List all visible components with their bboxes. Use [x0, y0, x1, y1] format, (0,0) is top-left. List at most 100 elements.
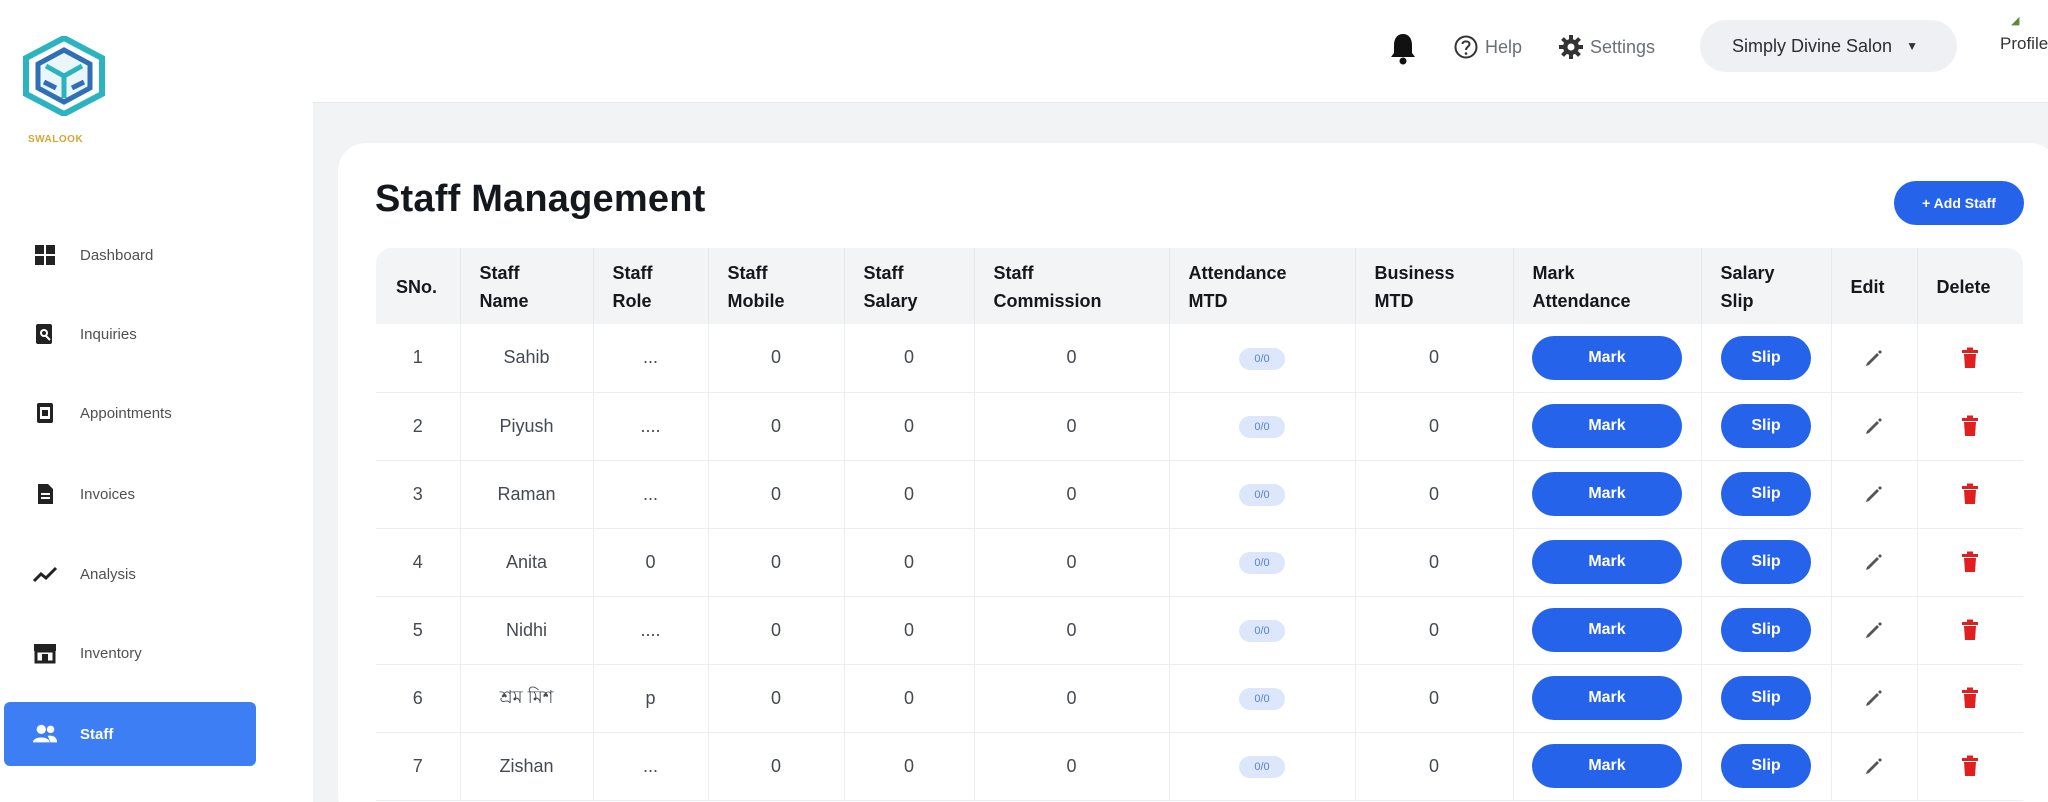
sidebar-item-staff[interactable]: Staff [4, 702, 256, 766]
delete-trash-icon[interactable] [1961, 755, 1979, 777]
column-header-staff-salary: Staff Salary [844, 248, 975, 324]
salary-slip-button[interactable]: Slip [1721, 404, 1811, 448]
edit-pencil-icon[interactable] [1863, 619, 1885, 639]
mark-attendance-button[interactable]: Mark [1532, 744, 1682, 788]
mark-attendance-button[interactable]: Mark [1532, 540, 1682, 584]
salary-slip-button[interactable]: Slip [1721, 744, 1811, 788]
salary-slip-button[interactable]: Slip [1721, 335, 1811, 380]
delete-trash-icon[interactable] [1961, 347, 1979, 368]
sno-cell: 3 [376, 460, 461, 529]
table-row: 3 Raman... 0 0 0 0/0 0 Mark Slip [376, 460, 2023, 529]
staff-role-cell: ... [593, 732, 709, 801]
staff-name-cell: Raman [460, 460, 594, 529]
mark-attendance-button[interactable]: Mark [1532, 472, 1682, 516]
column-header-line: Mark [1532, 263, 1575, 283]
sno-cell: 6 [376, 664, 461, 733]
staff-icon [32, 721, 58, 747]
add-staff-button[interactable]: + Add Staff [1894, 181, 2024, 225]
table-row: 7 Zishan... 0 0 0 0/0 0 Mark Slip [376, 732, 2023, 801]
notification-bell-icon[interactable] [1388, 31, 1418, 65]
staff-role-cell: .... [593, 392, 709, 461]
column-header-line: Slip [1720, 291, 1754, 311]
staff-salary-cell: 0 [844, 392, 975, 461]
staff-role-cell: p [593, 664, 709, 733]
caret-down-icon: ▼ [1906, 39, 1918, 53]
sidebar-item-label: Inquiries [80, 325, 137, 343]
column-header-attendance-mtd: Attendance MTD [1169, 248, 1356, 324]
sidebar-item-dashboard[interactable]: Dashboard [4, 223, 256, 287]
delete-cell [1917, 392, 2023, 461]
analysis-icon [32, 561, 58, 587]
sidebar-item-invoices[interactable]: Invoices [4, 462, 256, 526]
column-header-line: Attendance [1532, 291, 1631, 311]
delete-trash-icon[interactable] [1961, 483, 1979, 505]
sidebar-item-inquiries[interactable]: Inquiries [4, 302, 256, 366]
column-header-salary-slip: Salary Slip [1701, 248, 1832, 324]
mark-attendance-button[interactable]: Mark [1532, 676, 1682, 720]
help-link[interactable]: Help [1453, 30, 1522, 64]
sidebar-item-label: Dashboard [80, 246, 154, 264]
staff-commission-cell: 0 [974, 460, 1170, 529]
column-header-staff-commission: Staff Commission [974, 248, 1170, 324]
column-header-mark-attendance: Mark Attendance [1513, 248, 1702, 324]
gear-icon [1559, 35, 1583, 59]
staff-commission-cell: 0 [974, 732, 1170, 801]
edit-pencil-icon[interactable] [1863, 687, 1885, 707]
edit-pencil-icon[interactable] [1863, 755, 1885, 775]
settings-label: Settings [1590, 36, 1656, 57]
profile-label: Profile [2000, 34, 2048, 53]
business-mtd-cell: 0 [1355, 528, 1514, 597]
staff-mobile-cell: 0 [708, 596, 845, 665]
column-header-line: Mobile [727, 291, 785, 311]
delete-cell [1917, 528, 2023, 597]
column-header-line: Staff [863, 263, 904, 283]
sidebar-item-label: Inventory [80, 644, 142, 662]
mark-attendance-button[interactable]: Mark [1532, 608, 1682, 652]
table-body: 1 Sahib... 0 0 0 0/0 0 Mark Slip 2 Piyush.... 0 0 0 0/… [376, 324, 2023, 801]
salary-slip-button[interactable]: Slip [1721, 540, 1811, 584]
mark-attendance-button[interactable]: Mark [1532, 335, 1682, 380]
column-header-staff-mobile: Staff Mobile [708, 248, 845, 324]
sidebar-item-label: Staff [80, 725, 114, 743]
sno-cell: 5 [376, 596, 461, 665]
edit-pencil-icon[interactable] [1863, 483, 1885, 503]
mark-attendance-button[interactable]: Mark [1532, 404, 1682, 448]
sidebar-item-appointments[interactable]: Appointments [4, 381, 256, 445]
edit-pencil-icon[interactable] [1863, 415, 1885, 435]
column-header-sno: SNo. [376, 248, 461, 324]
attendance-mtd-cell: 0/0 [1169, 392, 1356, 461]
sidebar-item-label: Appointments [80, 404, 172, 422]
column-header-delete: Delete [1917, 248, 2023, 324]
sidebar-item-label: Invoices [80, 485, 136, 503]
salary-slip-button[interactable]: Slip [1721, 676, 1811, 720]
profile-image-icon: ◢ [2011, 15, 2020, 27]
attendance-mtd-cell: 0/0 [1169, 596, 1356, 665]
sno-cell: 4 [376, 528, 461, 597]
attendance-mtd-cell: 0/0 [1169, 732, 1356, 801]
edit-pencil-icon[interactable] [1863, 551, 1885, 571]
top-bar: Help Settings Simply Divine Salon ▼ ◢ Pr… [313, 0, 2048, 103]
staff-mobile-cell: 0 [708, 664, 845, 733]
salary-slip-cell: Slip [1701, 528, 1832, 597]
staff-role-cell: ... [593, 324, 709, 393]
staff-table-container: SNo. Staff Name Staff Role Staff Mobile Staff Sa… [376, 248, 2023, 801]
salary-slip-button[interactable]: Slip [1721, 608, 1811, 652]
table-row: 5 Nidhi.... 0 0 0 0/0 0 Mark Slip [376, 596, 2023, 665]
profile-menu[interactable]: ◢ Profile [1985, 10, 2048, 60]
mark-attendance-cell: Mark [1513, 460, 1702, 529]
settings-link[interactable]: Settings [1558, 30, 1655, 64]
salary-slip-button[interactable]: Slip [1721, 472, 1811, 516]
delete-trash-icon[interactable] [1961, 687, 1979, 709]
business-mtd-cell: 0 [1355, 460, 1514, 529]
salon-selector[interactable]: Simply Divine Salon ▼ [1700, 20, 1957, 72]
delete-trash-icon[interactable] [1961, 551, 1979, 573]
edit-pencil-icon[interactable] [1863, 347, 1885, 367]
sidebar-item-inventory[interactable]: Inventory [4, 621, 256, 685]
sidebar-item-analysis[interactable]: Analysis [4, 542, 256, 606]
staff-salary-cell: 0 [844, 528, 975, 597]
salon-label: Simply Divine Salon [1732, 35, 1893, 56]
delete-trash-icon[interactable] [1961, 415, 1979, 437]
delete-trash-icon[interactable] [1961, 619, 1979, 641]
invoices-icon [32, 481, 58, 507]
staff-salary-cell: 0 [844, 596, 975, 665]
